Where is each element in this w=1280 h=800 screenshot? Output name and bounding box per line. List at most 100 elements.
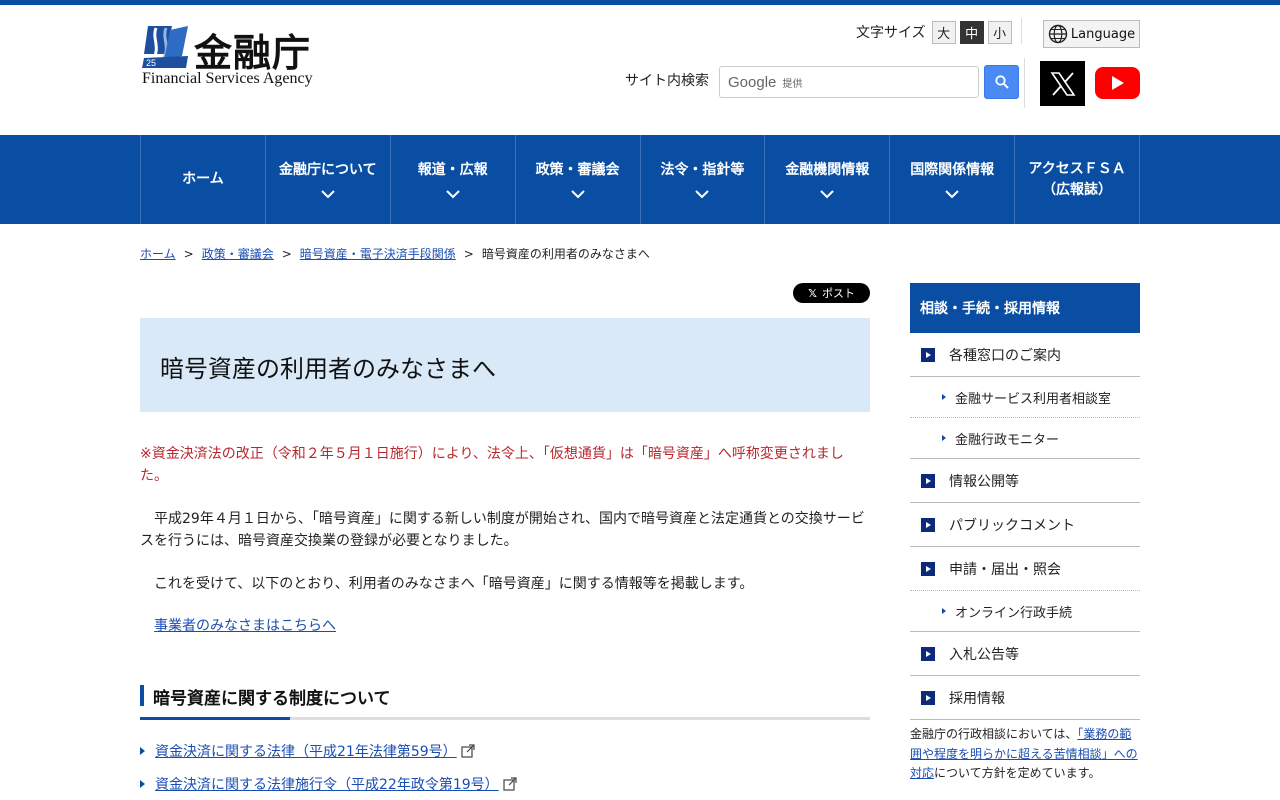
nav-item-label: 政策・審議会 <box>535 161 620 178</box>
arrow-square-icon <box>921 646 935 661</box>
x-post-button[interactable]: 𝕏 ポスト <box>793 283 870 303</box>
global-nav: ホーム 金融庁について 報道・広報 政策・審議会 法令・指針等 金融機関情報 国… <box>0 135 1280 224</box>
sidebar-item-label: オンライン行政手続 <box>955 605 1073 621</box>
section-heading-text: 暗号資産に関する制度について <box>153 689 391 709</box>
sidebar-subitem-online[interactable]: オンライン行政手続 <box>910 591 1140 632</box>
top-accent-bar <box>0 0 1280 5</box>
header-divider <box>1024 58 1025 108</box>
x-logo-icon <box>1049 71 1076 96</box>
sidebar-heading: 相談・手続・採用情報 <box>910 283 1140 333</box>
nav-item-laws[interactable]: 法令・指針等 <box>641 135 766 224</box>
chevron-down-icon <box>820 190 835 199</box>
arrow-square-icon <box>921 473 935 488</box>
external-link-icon <box>503 777 517 791</box>
fsa-logo-icon: 25 <box>142 26 188 68</box>
youtube-social-button[interactable] <box>1095 67 1140 99</box>
nav-item-label: 報道・広報 <box>417 161 488 178</box>
external-link-icon <box>461 744 475 758</box>
bullet-triangle-icon <box>942 435 946 441</box>
nav-item-label: ホーム <box>182 171 224 188</box>
breadcrumb-link-crypto[interactable]: 暗号資産・電子決済手段関係 <box>300 247 456 261</box>
nav-item-institutions[interactable]: 金融機関情報 <box>765 135 891 224</box>
nav-item-label: 金融機関情報 <box>785 161 870 178</box>
info-paragraph: これを受けて、以下のとおり、利用者のみなさまへ「暗号資産」に関する情報等を掲載し… <box>154 576 754 592</box>
nav-item-press[interactable]: 報道・広報 <box>391 135 516 224</box>
sidebar-item-label: パブリックコメント <box>949 517 1075 534</box>
nav-item-label-line1: アクセスＦＳＡ <box>1028 161 1126 178</box>
post-label: ポスト <box>821 287 855 300</box>
breadcrumb-separator: > <box>183 247 194 261</box>
font-size-medium-button[interactable]: 中 <box>959 20 984 44</box>
sidebar-subitem-consumer-office[interactable]: 金融サービス利用者相談室 <box>910 377 1140 418</box>
breadcrumb: ホーム > 政策・審議会 > 暗号資産・電子決済手段関係 > 暗号資産の利用者のみなさまへ <box>140 245 650 262</box>
intro-paragraph: 平成29年４月１日から、「暗号資産」に関する新しい制度が開始され、国内で暗号資産… <box>140 511 865 549</box>
breadcrumb-link-home[interactable]: ホーム <box>140 247 176 261</box>
language-button[interactable]: Language <box>1043 20 1140 48</box>
font-size-large-button[interactable]: 大 <box>931 20 956 44</box>
logo-english-text: Financial Services Agency <box>142 70 313 87</box>
sidebar-item-public-comment[interactable]: パブリックコメント <box>910 503 1140 547</box>
law-link[interactable]: 資金決済に関する法律（平成21年法律第59号） <box>155 741 457 761</box>
sidebar-item-bidding[interactable]: 入札公告等 <box>910 632 1140 676</box>
breadcrumb-current: 暗号資産の利用者のみなさまへ <box>481 247 650 261</box>
page-title: 暗号資産の利用者のみなさまへ <box>160 355 496 383</box>
nav-item-label-line2: （広報誌） <box>1042 181 1113 198</box>
search-icon <box>994 75 1009 89</box>
law-link[interactable]: 資金決済に関する法律施行令（平成22年政令第19号） <box>155 774 499 794</box>
bullet-triangle-icon <box>140 747 145 755</box>
site-search-label: サイト内検索 <box>625 73 709 89</box>
sidebar-item-label: 各種窓口のご案内 <box>949 347 1061 364</box>
list-item: 資金決済に関する法律施行令（平成22年政令第19号） <box>140 774 517 794</box>
nav-item-label: 国際関係情報 <box>910 161 995 178</box>
chevron-down-icon <box>570 190 585 199</box>
breadcrumb-separator: > <box>463 247 474 261</box>
nav-item-label: 法令・指針等 <box>660 161 745 178</box>
nav-item-about[interactable]: 金融庁について <box>266 135 391 224</box>
arrow-square-icon <box>921 517 935 532</box>
bullet-triangle-icon <box>140 780 145 788</box>
nav-item-policy[interactable]: 政策・審議会 <box>516 135 641 224</box>
nav-item-home[interactable]: ホーム <box>141 135 266 224</box>
business-users-link[interactable]: 事業者のみなさまはこちらへ <box>154 615 336 637</box>
rename-notice: ※資金決済法の改正（令和２年５月１日施行）により、法令上、「仮想通貨」は「暗号資… <box>140 446 844 484</box>
sidebar-menu: 各種窓口のご案内 金融サービス利用者相談室 金融行政モニター 情報公開等 パブリ… <box>910 333 1140 720</box>
sidebar-item-label: 申請・届出・照会 <box>949 561 1061 578</box>
search-input[interactable]: Google 提供 <box>719 66 979 98</box>
google-brand-text: Google <box>728 73 777 91</box>
sidebar-item-label: 入札公告等 <box>949 646 1019 663</box>
sidebar-item-disclosure[interactable]: 情報公開等 <box>910 459 1140 503</box>
nav-item-international[interactable]: 国際関係情報 <box>890 135 1016 224</box>
breadcrumb-separator: > <box>281 247 292 261</box>
globe-icon <box>1048 24 1068 44</box>
sidebar-note: 金融庁の行政相談においては、「業務の範囲や程度を明らかに超える苦情相談」への対応… <box>910 727 1138 780</box>
language-label: Language <box>1070 26 1136 42</box>
chevron-down-icon <box>945 190 959 199</box>
font-size-small-button[interactable]: 小 <box>987 20 1012 44</box>
section-heading: 暗号資産に関する制度について <box>140 685 870 721</box>
list-item: 資金決済に関する法律（平成21年法律第59号） <box>140 741 475 761</box>
x-social-button[interactable] <box>1040 61 1085 106</box>
chevron-down-icon <box>445 190 460 199</box>
bullet-triangle-icon <box>942 608 946 614</box>
sidebar-item-label: 情報公開等 <box>949 473 1019 490</box>
header-divider <box>1021 18 1022 44</box>
nav-item-access-fsa[interactable]: アクセスＦＳＡ （広報誌） <box>1015 135 1140 224</box>
font-size-label: 文字サイズ <box>856 25 926 41</box>
breadcrumb-link-policy[interactable]: 政策・審議会 <box>202 247 274 261</box>
chevron-down-icon <box>695 190 710 199</box>
sidebar-item-label: 金融サービス利用者相談室 <box>955 391 1112 407</box>
nav-item-label: 金融庁について <box>279 161 377 178</box>
arrow-square-icon <box>921 561 935 576</box>
sidebar-subitem-monitor[interactable]: 金融行政モニター <box>910 418 1140 459</box>
sidebar-item-recruit[interactable]: 採用情報 <box>910 676 1140 720</box>
bullet-triangle-icon <box>942 394 946 400</box>
search-button[interactable] <box>984 65 1019 99</box>
play-icon <box>1111 76 1124 90</box>
logo-japanese-text: 金融庁 <box>194 31 312 75</box>
sidebar-item-label: 金融行政モニター <box>955 432 1060 448</box>
sidebar-item-applications[interactable]: 申請・届出・照会 <box>910 547 1140 591</box>
x-logo-icon: 𝕏 <box>808 286 817 300</box>
site-logo[interactable]: 25 金融庁 Financial Services Agency <box>142 24 334 90</box>
sidebar-item-contact-windows[interactable]: 各種窓口のご案内 <box>910 333 1140 377</box>
arrow-square-icon <box>921 347 935 362</box>
